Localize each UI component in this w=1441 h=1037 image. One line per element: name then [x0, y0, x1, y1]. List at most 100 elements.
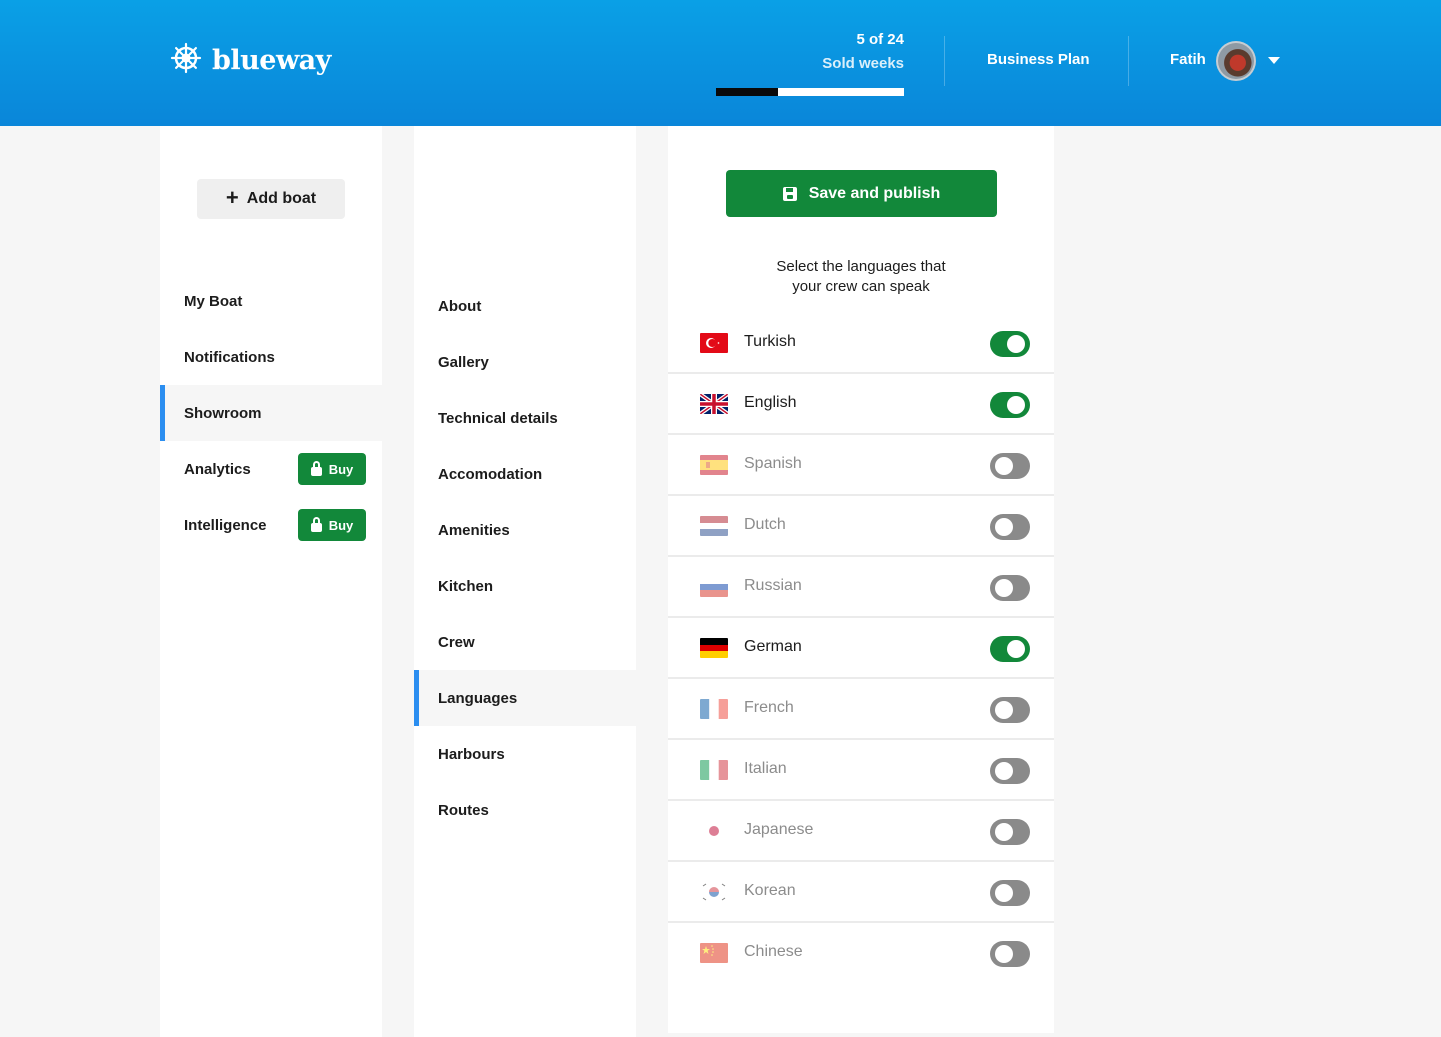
instruction-line: your crew can speak [792, 278, 930, 295]
save-icon [782, 186, 797, 201]
showroom-subnav: About Gallery Technical details Accomoda… [414, 126, 636, 1037]
japan-flag-icon [700, 821, 728, 841]
subnav-item-technical-details[interactable]: Technical details [414, 390, 636, 446]
subnav-item-crew[interactable]: Crew [414, 614, 636, 670]
language-toggle-german[interactable] [990, 636, 1030, 662]
subnav-item-label: Technical details [438, 409, 558, 427]
language-name: German [744, 638, 802, 655]
russia-flag-icon [700, 577, 728, 597]
language-toggle-chinese[interactable] [990, 941, 1030, 967]
language-toggle-turkish[interactable] [990, 331, 1030, 357]
sidebar-item-label: Analytics [184, 460, 251, 478]
language-row-french: French [668, 679, 1054, 740]
subnav-item-label: Amenities [438, 521, 510, 539]
sidebar-item-label: My Boat [184, 292, 243, 310]
language-row-turkish: Turkish [668, 313, 1054, 374]
top-bar: blueway 5 of 24 Sold weeks Business Plan… [0, 0, 1441, 126]
china-flag-icon [700, 943, 728, 963]
sidebar-item-showroom[interactable]: Showroom [160, 385, 382, 441]
language-row-korean: Korean [668, 862, 1054, 923]
subnav-item-label: Harbours [438, 745, 505, 763]
korea-flag-icon [700, 882, 728, 902]
subnav-item-routes[interactable]: Routes [414, 782, 636, 838]
language-name: Dutch [744, 516, 786, 533]
languages-instruction: Select the languages that your crew can … [668, 257, 1054, 297]
subnav-item-kitchen[interactable]: Kitchen [414, 558, 636, 614]
sidebar-item-intelligence[interactable]: Intelligence Buy [160, 497, 382, 553]
chevron-down-icon[interactable] [1268, 57, 1280, 64]
subnav-item-amenities[interactable]: Amenities [414, 502, 636, 558]
lock-icon [310, 460, 322, 476]
subnav-item-label: Accomodation [438, 465, 543, 483]
ship-wheel-icon [170, 42, 202, 79]
language-name: Korean [744, 882, 796, 899]
sold-label: Sold weeks [822, 55, 904, 72]
france-flag-icon [700, 699, 728, 719]
uk-flag-icon [700, 394, 728, 414]
turkey-flag-icon [700, 333, 728, 353]
language-row-italian: Italian [668, 740, 1054, 801]
add-boat-button[interactable]: + Add boat [197, 179, 345, 219]
language-toggle-dutch[interactable] [990, 514, 1030, 540]
sidebar-item-analytics[interactable]: Analytics Buy [160, 441, 382, 497]
language-name: French [744, 699, 794, 716]
language-row-russian: Russian [668, 557, 1054, 618]
header-divider [1128, 36, 1129, 86]
subnav-item-harbours[interactable]: Harbours [414, 726, 636, 782]
subnav-item-label: Languages [438, 689, 518, 707]
language-name: Chinese [744, 943, 803, 960]
sold-weeks-counter: 5 of 24 Sold weeks [716, 28, 904, 76]
buy-label: Buy [328, 461, 354, 477]
language-toggle-korean[interactable] [990, 880, 1030, 906]
save-and-publish-button[interactable]: Save and publish [726, 170, 997, 217]
sidebar-item-label: Notifications [184, 348, 275, 366]
instruction-line: Select the languages that [776, 258, 946, 275]
language-toggle-french[interactable] [990, 697, 1030, 723]
language-toggle-japanese[interactable] [990, 819, 1030, 845]
language-row-german: German [668, 618, 1054, 679]
language-row-english: English [668, 374, 1054, 435]
buy-analytics-button[interactable]: Buy [298, 453, 366, 485]
netherlands-flag-icon [700, 516, 728, 536]
sold-count: 5 of 24 [856, 31, 904, 48]
sidebar-item-notifications[interactable]: Notifications [160, 329, 382, 385]
language-name: Russian [744, 577, 802, 594]
logo-text: blueway [212, 45, 331, 76]
lock-icon [310, 516, 322, 532]
subnav-item-label: Kitchen [438, 577, 494, 595]
logo[interactable]: blueway [170, 42, 331, 79]
language-row-chinese: Chinese [668, 923, 1054, 984]
germany-flag-icon [700, 638, 728, 658]
subnav-item-languages[interactable]: Languages [414, 670, 636, 726]
add-boat-label: Add boat [246, 190, 317, 207]
languages-panel: Save and publish Select the languages th… [668, 126, 1054, 1033]
subnav-item-accomodation[interactable]: Accomodation [414, 446, 636, 502]
language-toggle-spanish[interactable] [990, 453, 1030, 479]
subnav-item-label: About [438, 297, 482, 315]
business-plan-link[interactable]: Business Plan [987, 51, 1090, 68]
buy-intelligence-button[interactable]: Buy [298, 509, 366, 541]
italy-flag-icon [700, 760, 728, 780]
language-toggle-italian[interactable] [990, 758, 1030, 784]
subnav-item-label: Gallery [438, 353, 489, 371]
language-toggle-russian[interactable] [990, 575, 1030, 601]
language-row-dutch: Dutch [668, 496, 1054, 557]
main-sidebar: + Add boat My Boat Notifications Showroo… [160, 126, 382, 1037]
sold-weeks-progress-bar [716, 88, 904, 96]
user-name[interactable]: Fatih [1170, 51, 1206, 68]
language-toggle-english[interactable] [990, 392, 1030, 418]
language-name: Spanish [744, 455, 802, 472]
avatar[interactable] [1216, 41, 1256, 81]
language-name: Italian [744, 760, 787, 777]
sidebar-item-my-boat[interactable]: My Boat [160, 273, 382, 329]
subnav-item-gallery[interactable]: Gallery [414, 334, 636, 390]
sidebar-item-label: Showroom [184, 404, 262, 422]
language-name: Turkish [744, 333, 796, 350]
save-label: Save and publish [808, 184, 941, 202]
header-divider [944, 36, 945, 86]
subnav-item-about[interactable]: About [414, 278, 636, 334]
buy-label: Buy [328, 517, 354, 533]
spain-flag-icon [700, 455, 728, 475]
language-name: English [744, 394, 797, 411]
subnav-item-label: Routes [438, 801, 489, 819]
